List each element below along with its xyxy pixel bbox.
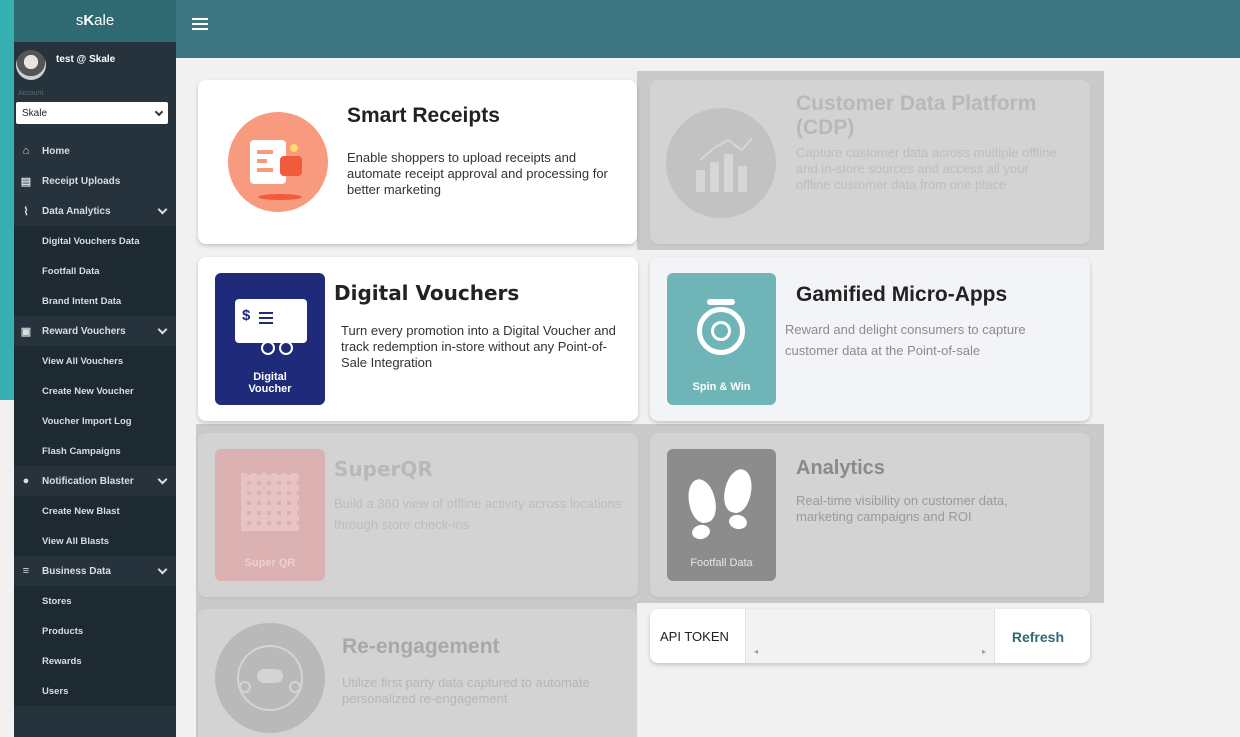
card-cdp[interactable]: Customer Data Platform (CDP) Capture cus… — [650, 80, 1090, 244]
sidebar-item-products[interactable]: Products — [14, 616, 176, 646]
chevron-down-icon — [157, 564, 168, 575]
tile-label: Super QR — [244, 557, 296, 569]
api-token-field[interactable]: ◂ ▸ — [745, 609, 995, 663]
chevron-down-icon — [157, 324, 168, 335]
sidebar-nav: ⌂ Home ▤ Receipt Uploads ⌇ Data Analytics D… — [14, 136, 176, 706]
card-description: Turn every promotion into a Digital Vouc… — [341, 323, 616, 370]
card-description: Real-time visibility on customer data, m… — [796, 493, 1008, 524]
card-analytics[interactable]: Footfall Data Analytics Real-time visibi… — [650, 433, 1090, 597]
horizontal-scrollbar[interactable]: ◂ ▸ — [754, 647, 986, 657]
card-title: Customer Data Platform (CDP) — [796, 92, 1037, 139]
voucher-icon: ▣ — [20, 325, 32, 338]
chat-bubble-icon: ● — [22, 475, 30, 487]
api-token-panel: API TOKEN ◂ ▸ Refresh — [650, 609, 1090, 663]
avatar[interactable] — [16, 50, 46, 80]
sidebar-item-create-new-blast[interactable]: Create New Blast — [14, 496, 176, 526]
people-sync-icon — [215, 623, 325, 733]
card-title: Re-engagement — [342, 635, 500, 658]
account-select[interactable]: Skale — [16, 102, 168, 124]
sidebar-item-notification-blaster[interactable]: ● Notification Blaster — [14, 466, 176, 496]
card-title: Analytics — [796, 457, 885, 479]
sidebar-item-receipt-uploads[interactable]: ▤ Receipt Uploads — [14, 166, 176, 196]
tile-label: Footfall Data — [690, 557, 753, 569]
scroll-right-icon[interactable]: ▸ — [982, 647, 986, 657]
digital-voucher-icon: $ Digital Voucher — [215, 273, 325, 405]
top-bar — [176, 0, 1240, 58]
card-gamified-micro-apps[interactable]: Spin & Win Gamified Micro-Apps Reward an… — [650, 257, 1090, 421]
card-title: Smart Receipts — [347, 104, 500, 127]
user-name: test @ Skale — [56, 54, 116, 65]
card-superqr[interactable]: Super QR SuperQR Build a 360 view of off… — [198, 433, 638, 597]
card-description: Build a 360 view of offline activity acr… — [334, 496, 622, 532]
card-title: Digital Vouchers — [334, 281, 520, 305]
spin-wheel-icon: Spin & Win — [667, 273, 776, 405]
card-description: Reward and delight consumers to capture … — [785, 322, 1026, 358]
menu-icon[interactable] — [192, 18, 208, 32]
card-smart-receipts[interactable]: Smart Receipts Enable shoppers to upload… — [198, 80, 637, 244]
tile-label: Digital Voucher — [248, 371, 292, 395]
chevron-down-icon — [157, 474, 168, 485]
sidebar-item-stores[interactable]: Stores — [14, 586, 176, 616]
qr-code-icon: Super QR — [215, 449, 325, 581]
footprints-icon: Footfall Data — [667, 449, 776, 581]
sidebar-item-business-data[interactable]: ≡ Business Data — [14, 556, 176, 586]
sidebar-item-view-all-vouchers[interactable]: View All Vouchers — [14, 346, 176, 376]
receipt-icon — [228, 112, 328, 212]
card-re-engagement[interactable]: Re-engagement Utilize first party data c… — [198, 609, 637, 737]
sidebar-item-create-new-voucher[interactable]: Create New Voucher — [14, 376, 176, 406]
user-panel: test @ Skale — [14, 42, 176, 84]
sidebar-item-digital-vouchers-data[interactable]: Digital Vouchers Data — [14, 226, 176, 256]
sidebar-item-view-all-blasts[interactable]: View All Blasts — [14, 526, 176, 556]
card-description: Capture customer data across multiple of… — [796, 145, 1057, 192]
card-description: Enable shoppers to upload receipts and a… — [347, 150, 608, 197]
sidebar-item-reward-vouchers[interactable]: ▣ Reward Vouchers — [14, 316, 176, 346]
api-token-label: API TOKEN — [660, 629, 729, 644]
sidebar: sKale test @ Skale Account Skale ⌂ Home ▤… — [14, 0, 176, 737]
refresh-button[interactable]: Refresh — [1012, 629, 1064, 645]
scroll-left-icon[interactable]: ◂ — [754, 647, 758, 657]
chevron-down-icon — [154, 107, 164, 116]
account-label: Account — [18, 90, 44, 97]
sidebar-item-rewards[interactable]: Rewards — [14, 646, 176, 676]
card-title: SuperQR — [334, 457, 433, 481]
card-description: Utilize first party data captured to aut… — [342, 675, 590, 706]
home-icon: ⌂ — [22, 145, 30, 157]
accent-band — [0, 0, 14, 400]
receipt-icon: ▤ — [20, 175, 32, 188]
brand-logo[interactable]: sKale — [14, 0, 176, 42]
account-selected: Skale — [22, 107, 48, 119]
sidebar-item-data-analytics[interactable]: ⌇ Data Analytics — [14, 196, 176, 226]
sidebar-item-voucher-import-log[interactable]: Voucher Import Log — [14, 406, 176, 436]
chevron-down-icon — [157, 204, 168, 215]
chart-icon: ⌇ — [23, 205, 29, 218]
tile-label: Spin & Win — [692, 381, 751, 393]
sidebar-item-home[interactable]: ⌂ Home — [14, 136, 176, 166]
sidebar-item-users[interactable]: Users — [14, 676, 176, 706]
card-title: Gamified Micro-Apps — [796, 283, 1008, 306]
sidebar-item-footfall-data[interactable]: Footfall Data — [14, 256, 176, 286]
sidebar-item-brand-intent-data[interactable]: Brand Intent Data — [14, 286, 176, 316]
sidebar-item-flash-campaigns[interactable]: Flash Campaigns — [14, 436, 176, 466]
analytics-chart-icon — [666, 108, 776, 218]
card-digital-vouchers[interactable]: $ Digital Voucher Digital Vouchers Turn e… — [198, 257, 638, 421]
database-icon: ≡ — [22, 565, 30, 577]
